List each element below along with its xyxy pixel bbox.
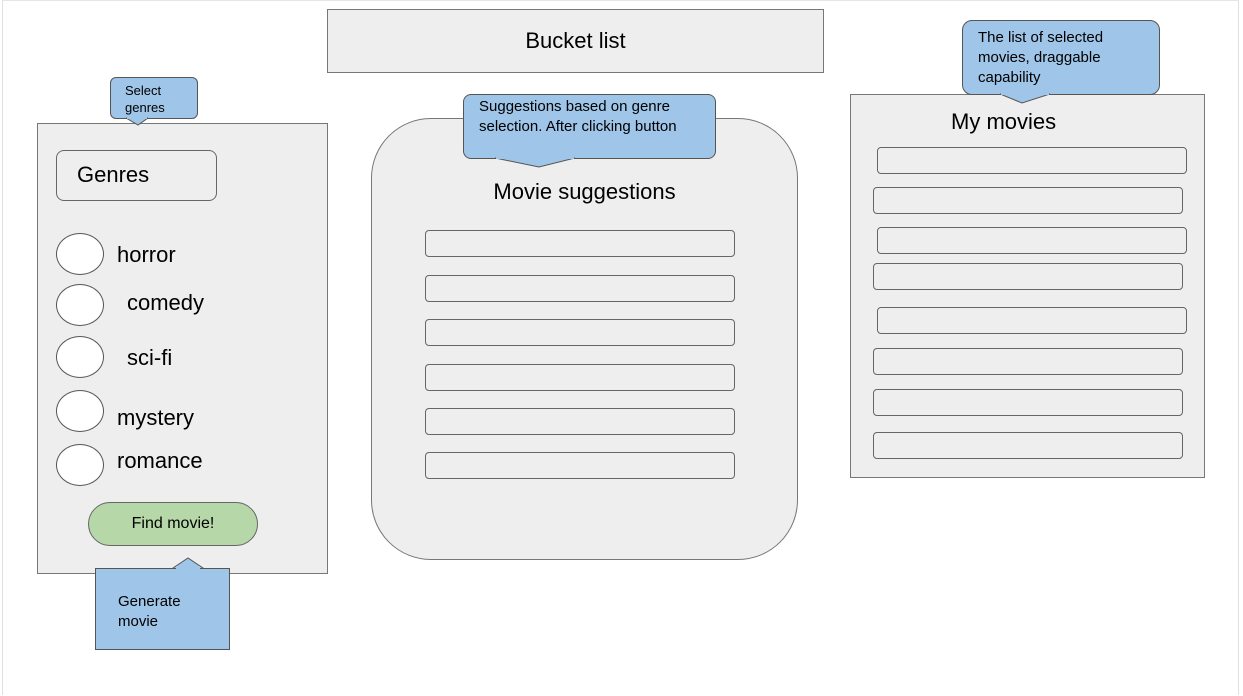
select-genres-callout-pointer xyxy=(126,117,148,126)
radio-sci-fi[interactable] xyxy=(56,336,104,378)
page-title: Bucket list xyxy=(525,28,626,53)
suggestion-slot[interactable] xyxy=(425,408,735,435)
my-movies-title: My movies xyxy=(951,109,1057,134)
my-movie-slot[interactable] xyxy=(873,432,1183,459)
genre-label-horror: horror xyxy=(117,242,176,267)
suggestion-slot[interactable] xyxy=(425,452,735,479)
genres-header: Genres xyxy=(56,150,217,201)
select-genres-callout: Select genres xyxy=(110,77,198,119)
genre-label-romance: romance xyxy=(117,448,203,473)
select-genres-callout-text: Select genres xyxy=(125,83,165,115)
genres-panel: Genres horror comedy sci-fi mystery roma… xyxy=(37,123,328,574)
my-movie-slot[interactable] xyxy=(877,147,1187,174)
my-movie-slot[interactable] xyxy=(873,263,1183,290)
suggestion-slot[interactable] xyxy=(425,364,735,391)
my-movies-callout-pointer xyxy=(1000,93,1050,104)
suggestion-slot[interactable] xyxy=(425,230,735,257)
radio-romance[interactable] xyxy=(56,444,104,486)
generate-movie-callout-text: Generate movie xyxy=(118,593,181,630)
my-movie-slot[interactable] xyxy=(873,187,1183,214)
my-movie-slot[interactable] xyxy=(877,227,1187,254)
generate-movie-pointer-joint xyxy=(176,566,200,570)
find-movie-button[interactable]: Find movie! xyxy=(88,502,258,546)
suggestions-callout-pointer xyxy=(495,157,575,168)
generate-movie-callout: Generate movie xyxy=(95,568,230,650)
my-movie-slot[interactable] xyxy=(873,348,1183,375)
my-movies-callout: The list of selected movies, draggable c… xyxy=(962,20,1160,95)
suggestion-slot[interactable] xyxy=(425,319,735,346)
movie-suggestions-title: Movie suggestions xyxy=(493,179,676,204)
genre-label-sci-fi: sci-fi xyxy=(127,345,173,370)
page-title-box: Bucket list xyxy=(327,9,824,73)
suggestion-slot[interactable] xyxy=(425,275,735,302)
suggestions-callout-text: Suggestions based on genre selection. Af… xyxy=(479,98,677,135)
suggestions-callout: Suggestions based on genre selection. Af… xyxy=(463,94,716,159)
my-movie-slot[interactable] xyxy=(877,307,1187,334)
radio-horror[interactable] xyxy=(56,233,104,275)
genres-header-label: Genres xyxy=(77,162,150,187)
my-movie-slot[interactable] xyxy=(873,389,1183,416)
genre-label-mystery: mystery xyxy=(117,405,194,430)
genre-label-comedy: comedy xyxy=(127,290,205,315)
radio-comedy[interactable] xyxy=(56,284,104,326)
radio-mystery[interactable] xyxy=(56,390,104,432)
my-movies-callout-text: The list of selected movies, draggable c… xyxy=(978,29,1104,86)
